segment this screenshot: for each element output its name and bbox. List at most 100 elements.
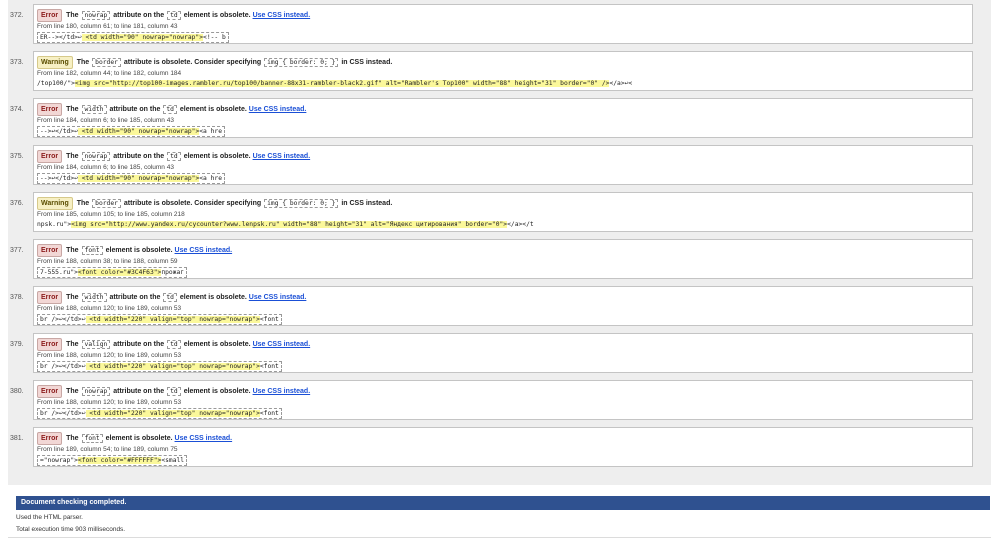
code-token: width: [81, 293, 107, 302]
message-item: 381. Error The font element is obsolete. U…: [10, 427, 973, 467]
message-headline: Error The nowrap attribute on the td elem…: [37, 150, 310, 163]
error-badge: Error: [37, 291, 63, 304]
message-number: 372.: [10, 12, 24, 19]
code-extract: ER--></td>↩ <td width="90" nowrap="nowra…: [37, 32, 229, 43]
use-css-link[interactable]: Use CSS instead.: [253, 153, 311, 160]
message-item: 375. Error The nowrap attribute on the td …: [10, 145, 973, 185]
message-headline: Error The width attribute on the td eleme…: [37, 291, 306, 304]
source-location: From line 184, column 6; to line 185, co…: [37, 117, 174, 124]
parser-note: Used the HTML parser.: [16, 514, 83, 521]
code-token: border: [92, 58, 121, 67]
code-token: td: [167, 340, 181, 349]
extract-highlight: <img src="http://top100-images.rambler.r…: [74, 80, 610, 87]
message-text: element is obsolete.: [179, 294, 247, 301]
code-extract: br />↩</td>↩ <td width="220" valign="top…: [37, 361, 282, 372]
message-text: The: [66, 435, 79, 442]
use-css-link[interactable]: Use CSS instead.: [253, 12, 311, 19]
code-extract: -->↩</td>↩ <td width="90" nowrap="nowrap…: [37, 126, 225, 137]
message-text: The: [76, 59, 90, 66]
extract-before: npsk.ru">: [37, 221, 72, 228]
use-css-link[interactable]: Use CSS instead.: [175, 435, 233, 442]
message-text: The: [66, 153, 79, 160]
message-item: 373. Warning The border attribute is obsol…: [10, 51, 973, 91]
error-badge: Error: [37, 385, 63, 398]
message-text: The: [66, 294, 79, 301]
use-css-link[interactable]: Use CSS instead.: [253, 388, 311, 395]
extract-before: -->↩</td>↩: [40, 175, 78, 182]
extract-before: br />↩</td>↩: [40, 410, 86, 417]
message-number: 379.: [10, 341, 24, 348]
extract-highlight: <td width="220" valign="top" nowrap="now…: [85, 410, 260, 417]
message-text: element is obsolete.: [179, 106, 247, 113]
code-extract: -->↩</td>↩ <td width="90" nowrap="nowrap…: [37, 173, 225, 184]
code-token: border: [92, 199, 121, 208]
use-css-link[interactable]: Use CSS instead.: [249, 294, 307, 301]
error-badge: Error: [37, 150, 63, 163]
use-css-link[interactable]: Use CSS instead.: [253, 341, 311, 348]
message-text: attribute on the: [113, 388, 165, 395]
message-item: 376. Warning The border attribute is obsol…: [10, 192, 973, 232]
error-badge: Error: [37, 432, 63, 445]
extract-before: br />↩</td>↩: [40, 363, 86, 370]
message-text: element is obsolete.: [105, 247, 173, 254]
message-number: 380.: [10, 388, 24, 395]
error-badge: Error: [37, 338, 63, 351]
source-location: From line 188, column 120; to line 189, …: [37, 399, 182, 406]
warning-badge: Warning: [37, 56, 73, 69]
message-number: 376.: [10, 200, 24, 207]
extract-before: ="nowrap">: [40, 457, 78, 464]
code-extract: /top100/"><img src="http://top100-images…: [37, 79, 634, 88]
message-item: 378. Error The width attribute on the td e…: [10, 286, 973, 326]
extract-after: <!-- b: [203, 34, 226, 41]
code-extract: 7-555.ru"><font color="#3C4F63">прожаг: [37, 267, 188, 278]
source-location: From line 188, column 38; to line 188, c…: [37, 258, 178, 265]
extract-highlight: <font color="#FFFFFF">: [77, 457, 162, 464]
message-number: 374.: [10, 106, 24, 113]
extract-before: br />↩</td>↩: [40, 316, 86, 323]
extract-after: <a hre: [199, 128, 222, 135]
message-text: The: [66, 341, 79, 348]
message-headline: Error The valign attribute on the td elem…: [37, 338, 310, 351]
use-css-link[interactable]: Use CSS instead.: [249, 106, 307, 113]
error-badge: Error: [37, 9, 63, 22]
message-text: attribute on the: [113, 12, 165, 19]
message-text: element is obsolete.: [105, 435, 173, 442]
message-headline: Error The nowrap attribute on the td elem…: [37, 9, 310, 22]
code-token: img { border: 0; }: [264, 58, 339, 67]
source-location: From line 188, column 120; to line 189, …: [37, 352, 182, 359]
message-number: 378.: [10, 294, 24, 301]
code-token: td: [163, 293, 177, 302]
message-text: in CSS instead.: [341, 200, 393, 207]
use-css-link[interactable]: Use CSS instead.: [175, 247, 233, 254]
extract-after: <small: [161, 457, 185, 464]
extract-highlight: <td width="220" valign="top" nowrap="now…: [85, 316, 260, 323]
message-headline: Warning The border attribute is obsolete.…: [37, 56, 392, 69]
message-text: attribute is obsolete. Consider specifyi…: [123, 200, 262, 207]
error-badge: Error: [37, 244, 63, 257]
extract-after: </a>↩<: [609, 80, 633, 87]
extract-after: прожаг: [161, 269, 185, 276]
extract-highlight: <img src="http://www.yandex.ru/cycounter…: [71, 221, 508, 228]
extract-after: <font: [259, 316, 279, 323]
message-number: 377.: [10, 247, 24, 254]
source-location: From line 189, column 54; to line 189, c…: [37, 446, 178, 453]
message-item: 380. Error The nowrap attribute on the td …: [10, 380, 973, 420]
message-item: 372. Error The nowrap attribute on the td …: [10, 4, 973, 44]
validator-results-page: 372. Error The nowrap attribute on the td …: [0, 0, 1000, 541]
message-headline: Error The font element is obsolete. Use C…: [37, 432, 232, 445]
code-extract: br />↩</td>↩ <td width="220" valign="top…: [37, 314, 282, 325]
code-token: width: [81, 105, 107, 114]
code-token: valign: [81, 340, 111, 349]
code-token: img { border: 0; }: [264, 199, 339, 208]
code-extract: npsk.ru"><img src="http://www.yandex.ru/…: [37, 220, 536, 229]
extract-after: <a hre: [199, 175, 222, 182]
message-text: The: [76, 200, 90, 207]
message-text: element is obsolete.: [183, 12, 251, 19]
extract-highlight: <font color="#3C4F63">: [77, 269, 162, 276]
extract-highlight: <td width="90" nowrap="nowrap">: [77, 175, 200, 182]
message-text: attribute on the: [109, 294, 161, 301]
code-token: nowrap: [81, 11, 111, 20]
extract-after: <font: [259, 410, 279, 417]
message-headline: Error The width attribute on the td eleme…: [37, 103, 306, 116]
extract-before: 7-555.ru">: [40, 269, 78, 276]
